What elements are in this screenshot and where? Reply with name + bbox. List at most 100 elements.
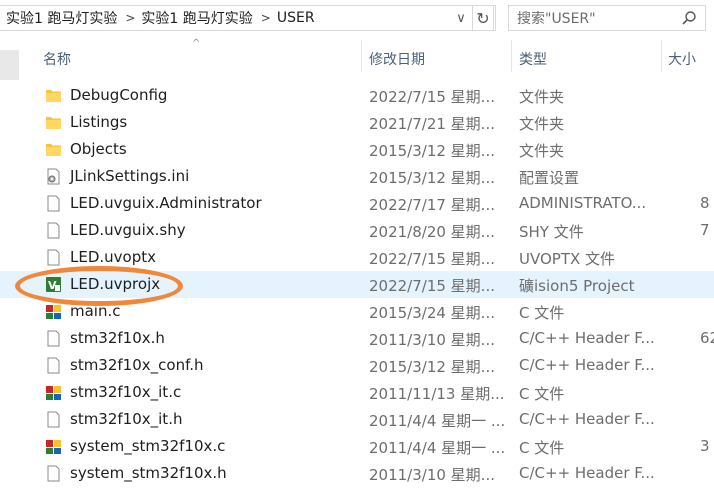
file-name: main.c xyxy=(70,302,121,320)
breadcrumb-separator[interactable]: > xyxy=(125,11,135,25)
column-divider[interactable] xyxy=(511,40,512,72)
file-list: DebugConfig 2022/7/15 星期... 文件夹 Listings… xyxy=(0,82,714,487)
c-file-icon xyxy=(45,438,62,455)
file-name: LED.uvoptx xyxy=(70,248,156,266)
file-row[interactable]: LED.uvguix.shy 2021/8/20 星期... SHY 文件 7 xyxy=(0,217,714,244)
file-size: 3 xyxy=(700,437,710,455)
file-icon xyxy=(45,330,62,347)
folder-icon xyxy=(45,141,62,158)
column-header-size[interactable]: 大小 xyxy=(668,49,696,69)
folder-icon xyxy=(45,87,62,104)
file-date: 2015/3/24 星期... xyxy=(369,304,495,322)
file-row[interactable]: stm32f10x_it.h 2011/4/4 星期一 ... C/C++ He… xyxy=(0,406,714,433)
file-date: 2022/7/15 星期... xyxy=(369,277,495,295)
file-size: 8 xyxy=(700,194,710,212)
sort-ascending-icon: ^ xyxy=(192,38,201,49)
c-file-icon xyxy=(45,384,62,401)
file-name: stm32f10x_it.c xyxy=(70,383,182,401)
file-row[interactable]: JLinkSettings.ini 2015/3/12 星期... 配置设置 xyxy=(0,163,714,190)
file-type: ADMINISTRATO... xyxy=(519,194,647,212)
file-row[interactable]: main.c 2015/3/24 星期... C 文件 xyxy=(0,298,714,325)
breadcrumb-1[interactable]: 实验1 跑马灯实验 xyxy=(0,8,117,28)
file-size: 7 xyxy=(700,221,710,239)
file-type: 礦ision5 Project xyxy=(519,277,635,295)
file-row[interactable]: DebugConfig 2022/7/15 星期... 文件夹 xyxy=(0,82,714,109)
file-icon xyxy=(45,249,62,266)
file-name: system_stm32f10x.h xyxy=(70,464,227,482)
file-date: 2011/4/4 星期一 ... xyxy=(369,439,506,457)
column-header-date[interactable]: 修改日期 xyxy=(369,49,425,69)
file-type: 配置设置 xyxy=(519,169,580,187)
file-type: UVOPTX 文件 xyxy=(519,250,616,268)
file-name: JLinkSettings.ini xyxy=(70,167,190,185)
address-bar[interactable]: 实验1 跑马灯实验 > 实验1 跑马灯实验 > USER xyxy=(0,5,496,31)
file-row[interactable]: system_stm32f10x.c 2011/4/4 星期一 ... C 文件… xyxy=(0,433,714,460)
file-date: 2011/11/13 星期... xyxy=(369,385,505,403)
file-type: C/C++ Header F... xyxy=(519,356,655,374)
file-type: C/C++ Header F... xyxy=(519,464,655,482)
breadcrumb-3[interactable]: USER xyxy=(271,10,315,26)
keil-project-icon: V xyxy=(45,276,62,293)
address-dropdown-button[interactable]: ∨ xyxy=(450,5,472,31)
file-type: C 文件 xyxy=(519,304,565,322)
file-row[interactable]: Listings 2021/7/21 星期... 文件夹 xyxy=(0,109,714,136)
column-divider[interactable] xyxy=(361,40,362,72)
file-row[interactable]: Objects 2015/3/12 星期... 文件夹 xyxy=(0,136,714,163)
file-name: DebugConfig xyxy=(70,86,168,104)
file-name: LED.uvguix.shy xyxy=(70,221,186,239)
file-type: C/C++ Header F... xyxy=(519,410,655,428)
file-icon xyxy=(45,222,62,239)
file-type: C 文件 xyxy=(519,385,565,403)
column-header-name[interactable]: 名称 xyxy=(43,49,71,69)
file-row[interactable]: stm32f10x_conf.h 2015/3/12 星期... C/C++ H… xyxy=(0,352,714,379)
file-type: C/C++ Header F... xyxy=(519,329,655,347)
file-date: 2021/8/20 星期... xyxy=(369,223,495,241)
file-icon xyxy=(45,195,62,212)
refresh-button[interactable]: ↻ xyxy=(472,5,494,31)
search-box[interactable]: 搜索"USER" xyxy=(508,5,706,31)
refresh-icon: ↻ xyxy=(476,8,490,28)
file-date: 2011/3/10 星期... xyxy=(369,466,495,484)
column-header-type[interactable]: 类型 xyxy=(519,49,547,69)
file-name: LED.uvprojx xyxy=(70,275,161,293)
file-name: stm32f10x.h xyxy=(70,329,165,347)
file-date: 2022/7/15 星期... xyxy=(369,250,495,268)
settings-file-icon xyxy=(45,168,62,185)
breadcrumb-2[interactable]: 实验1 跑马灯实验 xyxy=(135,8,252,28)
search-placeholder: 搜索"USER" xyxy=(517,11,596,27)
file-row[interactable]: system_stm32f10x.h 2011/3/10 星期... C/C++… xyxy=(0,460,714,487)
file-icon xyxy=(45,465,62,482)
column-divider[interactable] xyxy=(661,40,662,72)
search-icon xyxy=(682,11,696,25)
file-name: Listings xyxy=(70,113,128,131)
file-name: stm32f10x_conf.h xyxy=(70,356,204,374)
file-date: 2011/4/4 星期一 ... xyxy=(369,412,506,430)
file-date: 2015/3/12 星期... xyxy=(369,358,495,376)
file-row[interactable]: LED.uvguix.Administrator 2022/7/17 星期...… xyxy=(0,190,714,217)
file-name: system_stm32f10x.c xyxy=(70,437,226,455)
file-name: Objects xyxy=(70,140,127,158)
file-row-selected[interactable]: V LED.uvprojx 2022/7/15 星期... 礦ision5 Pr… xyxy=(0,271,714,298)
column-headers: ^ 名称 修改日期 类型 大小 xyxy=(0,38,714,72)
file-date: 2015/3/12 星期... xyxy=(369,142,495,160)
file-type: SHY 文件 xyxy=(519,223,584,241)
address-row: 实验1 跑马灯实验 > 实验1 跑马灯实验 > USER ∨ ↻ 搜索"USER… xyxy=(0,0,714,36)
chevron-down-icon: ∨ xyxy=(456,10,466,26)
file-type: 文件夹 xyxy=(519,88,565,106)
file-date: 2022/7/15 星期... xyxy=(369,88,495,106)
file-name: LED.uvguix.Administrator xyxy=(70,194,262,212)
file-row[interactable]: stm32f10x_it.c 2011/11/13 星期... C 文件 xyxy=(0,379,714,406)
folder-icon xyxy=(45,114,62,131)
file-row[interactable]: LED.uvoptx 2022/7/15 星期... UVOPTX 文件 xyxy=(0,244,714,271)
file-date: 2015/3/12 星期... xyxy=(369,169,495,187)
file-row[interactable]: stm32f10x.h 2011/3/10 星期... C/C++ Header… xyxy=(0,325,714,352)
c-file-icon xyxy=(45,303,62,320)
file-date: 2022/7/17 星期... xyxy=(369,196,495,214)
file-name: stm32f10x_it.h xyxy=(70,410,183,428)
file-type: C 文件 xyxy=(519,439,565,457)
file-date: 2011/3/10 星期... xyxy=(369,331,495,349)
breadcrumb-separator[interactable]: > xyxy=(261,11,271,25)
file-type: 文件夹 xyxy=(519,115,565,133)
file-size: 62 xyxy=(700,329,714,347)
file-icon xyxy=(45,357,62,374)
